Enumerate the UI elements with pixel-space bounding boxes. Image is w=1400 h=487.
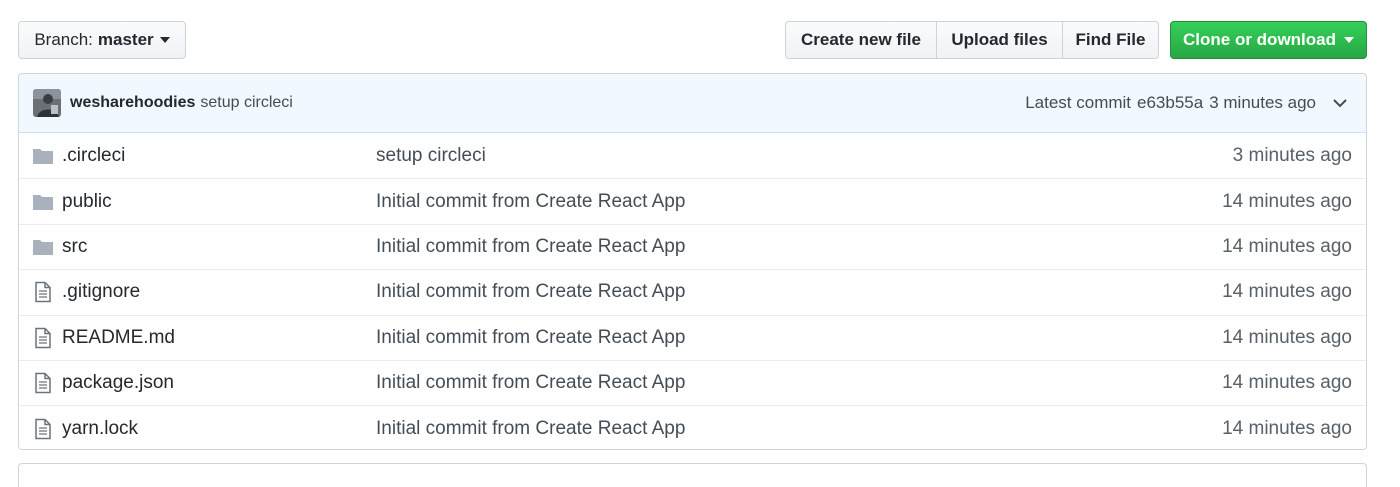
create-new-file-button[interactable]: Create new file	[785, 21, 937, 59]
file-row: package.json Initial commit from Create R…	[19, 359, 1366, 405]
clone-or-download-label: Clone or download	[1183, 30, 1336, 49]
file-name-link[interactable]: .circleci	[62, 145, 125, 167]
file-row: public Initial commit from Create React A…	[19, 178, 1366, 223]
caret-down-icon	[1344, 37, 1354, 43]
file-age: 14 minutes ago	[1222, 281, 1352, 303]
branch-name: master	[97, 30, 154, 49]
file-age: 14 minutes ago	[1222, 372, 1352, 394]
file-row: yarn.lock Initial commit from Create Reac…	[19, 405, 1366, 449]
latest-commit-label: Latest commit	[1025, 93, 1132, 112]
file-commit-message-link[interactable]: Initial commit from Create React App	[376, 191, 685, 213]
folder-icon	[32, 191, 54, 213]
chevron-down-icon[interactable]	[1332, 95, 1348, 111]
branch-select-button[interactable]: Branch: master	[18, 21, 186, 59]
clone-or-download-button[interactable]: Clone or download	[1170, 21, 1367, 59]
branch-prefix: Branch:	[34, 30, 93, 49]
file-age: 3 minutes ago	[1232, 144, 1352, 166]
file-row: README.md Initial commit from Create Reac…	[19, 314, 1366, 360]
file-age: 14 minutes ago	[1222, 417, 1352, 439]
file-icon	[32, 281, 54, 303]
file-commit-message-link[interactable]: Initial commit from Create React App	[376, 327, 685, 349]
file-age: 14 minutes ago	[1222, 235, 1352, 257]
file-row: .gitignore Initial commit from Create Rea…	[19, 269, 1366, 314]
commit-sha[interactable]: e63b55a	[1137, 93, 1203, 113]
file-name-link[interactable]: README.md	[62, 327, 175, 349]
file-name-link[interactable]: public	[62, 191, 112, 213]
file-row: .circleci setup circleci 3 minutes ago	[19, 133, 1366, 178]
file-icon	[32, 372, 54, 394]
latest-commit-info: Latest commit e63b55a 3 minutes ago	[1025, 74, 1316, 132]
file-name-link[interactable]: yarn.lock	[62, 418, 138, 440]
file-commit-message-link[interactable]: setup circleci	[376, 145, 486, 167]
file-actions-group: Create new file Upload files Find File	[785, 21, 1159, 59]
file-rows: .circleci setup circleci 3 minutes ago publ…	[19, 133, 1366, 449]
avatar[interactable]	[33, 89, 61, 117]
file-commit-message-link[interactable]: Initial commit from Create React App	[376, 418, 685, 440]
find-file-button[interactable]: Find File	[1062, 21, 1159, 59]
file-row: src Initial commit from Create React App 1…	[19, 223, 1366, 269]
file-name-link[interactable]: src	[62, 236, 87, 258]
file-icon	[32, 327, 54, 349]
commit-message[interactable]: setup circleci	[200, 94, 292, 112]
caret-down-icon	[159, 37, 170, 43]
file-commit-message-link[interactable]: Initial commit from Create React App	[376, 281, 685, 303]
file-name-link[interactable]: package.json	[62, 372, 174, 394]
file-icon	[32, 418, 54, 440]
file-age: 14 minutes ago	[1222, 326, 1352, 348]
file-listing: wesharehoodies setup circleci Latest com…	[18, 73, 1367, 450]
file-name-link[interactable]: .gitignore	[62, 281, 140, 303]
folder-icon	[32, 236, 54, 258]
latest-commit-bar: wesharehoodies setup circleci Latest com…	[19, 74, 1366, 133]
file-commit-message-link[interactable]: Initial commit from Create React App	[376, 236, 685, 258]
commit-time: 3 minutes ago	[1209, 93, 1316, 112]
readme-box	[18, 463, 1367, 487]
file-commit-message-link[interactable]: Initial commit from Create React App	[376, 372, 685, 394]
folder-icon	[32, 145, 54, 167]
commit-author[interactable]: wesharehoodies	[70, 94, 195, 112]
file-age: 14 minutes ago	[1222, 190, 1352, 212]
upload-files-button[interactable]: Upload files	[936, 21, 1063, 59]
